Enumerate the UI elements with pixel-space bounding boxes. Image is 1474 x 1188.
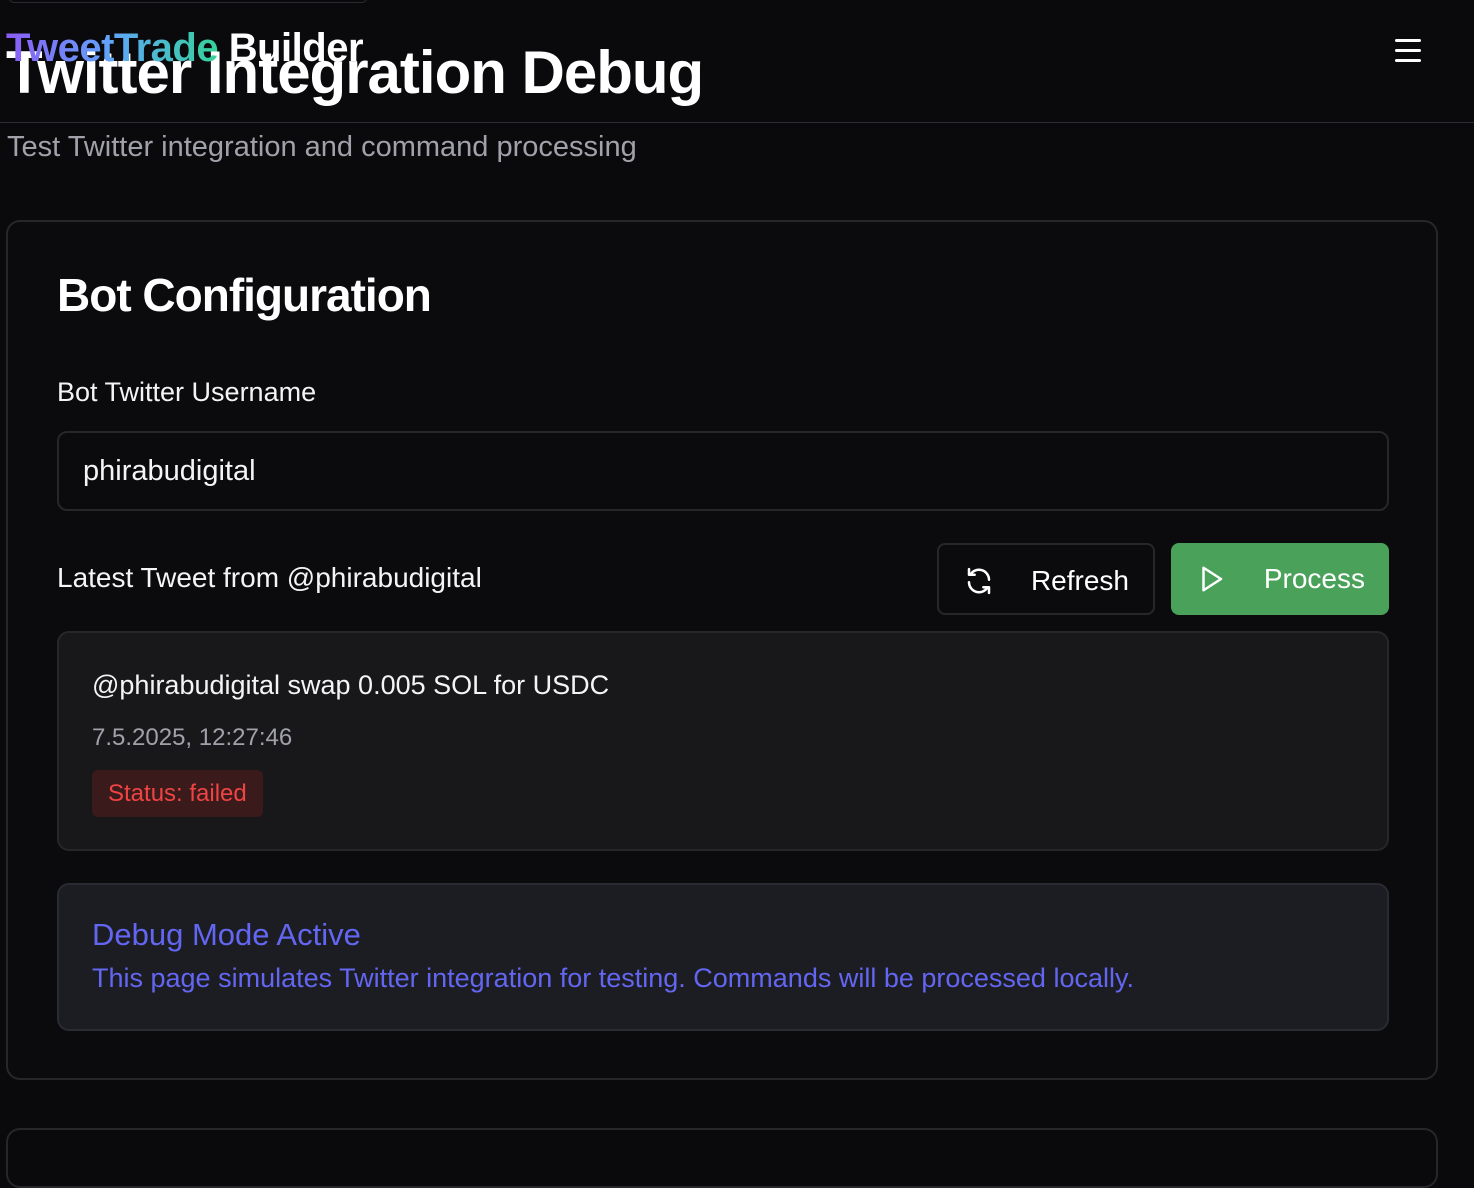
brand-logo[interactable]: TweetTrade Builder (6, 26, 364, 71)
process-button[interactable]: Process (1171, 543, 1389, 615)
hamburger-menu-icon[interactable] (1386, 32, 1430, 72)
menu-line (1395, 59, 1421, 62)
tweet-text: @phirabudigital swap 0.005 SOL for USDC (92, 670, 610, 700)
bot-username-input[interactable] (57, 431, 1389, 511)
menu-line (1395, 49, 1421, 52)
refresh-button[interactable]: Refresh (937, 543, 1155, 615)
process-button-label: Process (1263, 563, 1365, 594)
debug-mode-notice: Debug Mode Active This page simulates Tw… (57, 883, 1389, 1031)
refresh-icon (964, 566, 994, 596)
refresh-button-label: Refresh (1030, 565, 1129, 596)
page-subtitle: Test Twitter integration and command pro… (7, 131, 637, 163)
status-badge: Status: failed (92, 770, 263, 817)
latest-tweet-card: @phirabudigital swap 0.005 SOL for USDC … (57, 631, 1389, 851)
bot-username-label: Bot Twitter Username (57, 377, 317, 407)
next-card (6, 1128, 1438, 1188)
brand-rest-text: Builder (218, 26, 364, 70)
bot-configuration-title: Bot Configuration (57, 269, 432, 321)
debug-mode-message: This page simulates Twitter integration … (92, 963, 1134, 993)
tweet-timestamp: 7.5.2025, 12:27:46 (92, 724, 293, 751)
play-icon (1196, 564, 1226, 594)
menu-line (1395, 39, 1421, 42)
latest-tweet-label: Latest Tweet from @phirabudigital (57, 562, 482, 593)
bot-configuration-card: Bot Configuration Bot Twitter Username L… (6, 220, 1438, 1080)
debug-mode-title: Debug Mode Active (92, 917, 361, 952)
brand-accent-text: TweetTrade (6, 26, 219, 70)
